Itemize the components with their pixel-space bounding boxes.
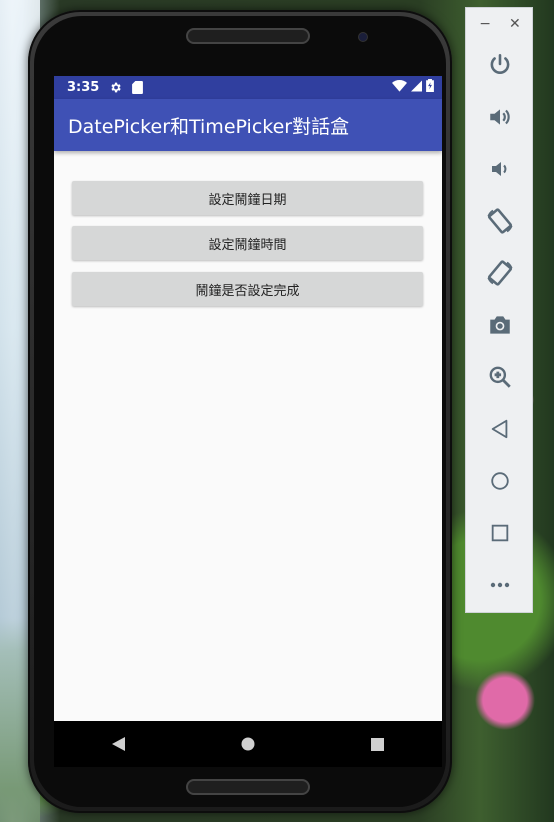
zoom-icon[interactable]: [480, 357, 520, 397]
power-icon[interactable]: [480, 45, 520, 85]
gear-icon: [109, 81, 122, 94]
navigation-bar: [54, 721, 442, 767]
battery-icon: [426, 79, 434, 92]
status-time: 3:35: [67, 80, 100, 95]
close-button[interactable]: ✕: [509, 16, 521, 32]
rotate-right-icon[interactable]: [480, 253, 520, 293]
volume-up-icon[interactable]: [480, 97, 520, 137]
phone-frame: 3:35 DatePicker和TimePicker對話盒 設定鬧鐘日期 設定鬧…: [28, 10, 452, 813]
rotate-left-icon[interactable]: [480, 201, 520, 241]
set-time-button[interactable]: 設定鬧鐘時間: [72, 226, 423, 260]
sd-card-icon: [132, 81, 144, 94]
phone-bezel: 3:35 DatePicker和TimePicker對話盒 設定鬧鐘日期 設定鬧…: [34, 16, 446, 807]
volume-down-icon[interactable]: [480, 149, 520, 189]
back-nav-icon[interactable]: [99, 724, 139, 764]
home-nav-icon[interactable]: [228, 724, 268, 764]
device-screen: 3:35 DatePicker和TimePicker對話盒 設定鬧鐘日期 設定鬧…: [54, 76, 442, 721]
bottom-speaker: [186, 779, 310, 795]
toolbar-window-controls: − ✕: [466, 16, 534, 32]
back-icon[interactable]: [480, 409, 520, 449]
set-date-button[interactable]: 設定鬧鐘日期: [72, 181, 423, 215]
recents-nav-icon[interactable]: [357, 724, 397, 764]
app-bar: DatePicker和TimePicker對話盒: [54, 99, 442, 151]
front-camera: [358, 32, 368, 42]
emulator-toolbar: − ✕: [465, 7, 533, 613]
overview-icon[interactable]: [480, 513, 520, 553]
cell-signal-icon: [411, 80, 422, 92]
camera-icon[interactable]: [480, 305, 520, 345]
wifi-icon: [392, 79, 407, 92]
minimize-button[interactable]: −: [479, 16, 491, 32]
app-title: DatePicker和TimePicker對話盒: [68, 115, 350, 138]
more-icon[interactable]: [480, 565, 520, 605]
status-bar: 3:35: [54, 76, 442, 99]
home-icon[interactable]: [480, 461, 520, 501]
top-speaker: [186, 28, 310, 44]
check-alarm-button[interactable]: 鬧鐘是否設定完成: [72, 272, 423, 306]
